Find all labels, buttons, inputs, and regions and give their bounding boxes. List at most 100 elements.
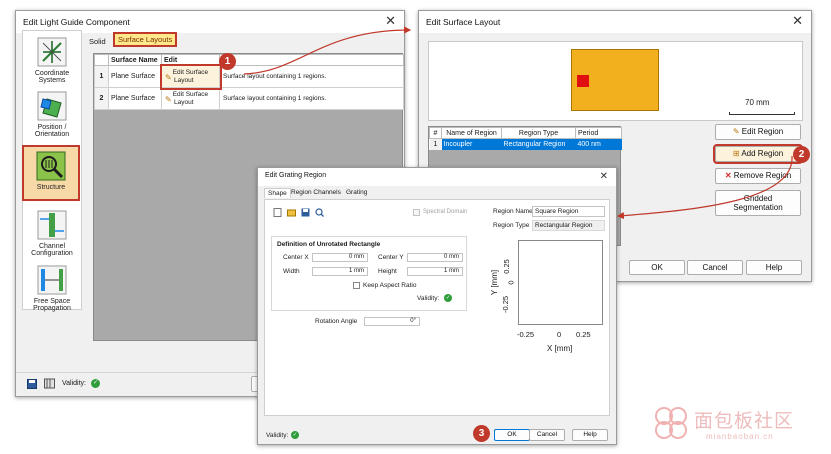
sidebar-label: Position /	[37, 124, 67, 131]
rotation-angle-input[interactable]: 0°	[364, 317, 420, 326]
y-tick-label: 0.25	[501, 259, 511, 274]
add-region-button[interactable]: ⊞ Add Region	[713, 144, 803, 164]
keep-aspect-checkbox[interactable]	[353, 282, 360, 289]
region-header-name: Name of Region	[441, 127, 502, 139]
surface-description-cell: Surface layout containing 1 regions.	[219, 87, 404, 110]
sidebar-item-channel-configuration[interactable]: Channel Configuration	[25, 206, 79, 258]
x-axis-label: X [mm]	[547, 344, 573, 353]
scale-label: 70 mm	[745, 98, 770, 107]
grating-help-button[interactable]: Help	[572, 429, 608, 441]
region-header-period: Period	[575, 127, 622, 139]
height-label: Height	[378, 268, 397, 275]
row-number: 2	[94, 87, 109, 110]
surface-layout-titlebar: Edit Surface Layout ✕	[419, 11, 811, 33]
tab-surface-layouts[interactable]: Surface Layouts	[112, 32, 178, 47]
sidebar-label: Coordinate	[34, 70, 70, 77]
keep-aspect-label: Keep Aspect Ratio	[363, 282, 417, 289]
grating-cancel-button[interactable]: Cancel	[529, 429, 565, 441]
center-y-input[interactable]: 0 mm	[407, 253, 463, 262]
light-guide-title: Edit Light Guide Component	[23, 17, 130, 27]
edit-surface-layout-button[interactable]: ✎ Edit Surface Layout	[161, 87, 220, 110]
region-type-value: Rectangular Region	[532, 220, 605, 231]
grating-validity-label: Validity:	[266, 432, 289, 439]
gridded-segmentation-button[interactable]: Gridded Segmentation	[715, 190, 801, 216]
surface-layout-cancel-button[interactable]: Cancel	[687, 260, 743, 275]
surface-layout-ok-button[interactable]: OK	[629, 260, 685, 275]
table-row[interactable]: 2 Plane Surface ✎ Edit Surface Layout Su…	[94, 87, 404, 110]
region-name-input[interactable]: Square Region	[532, 206, 605, 217]
free-space-propagation-icon	[37, 265, 67, 295]
callout-1: 1	[219, 53, 236, 70]
callout-2: 2	[793, 146, 810, 163]
table-row[interactable]: 1 Incoupler Rectangular Region 400 nm	[429, 138, 622, 150]
structure-icon	[36, 151, 66, 181]
sidebar-label: Configuration	[31, 250, 73, 257]
y-tick-label: -0.25	[501, 295, 511, 314]
tab-shape[interactable]: Shape	[264, 188, 291, 198]
sidebar-item-free-space-propagation[interactable]: Free Space Propagation	[25, 261, 79, 313]
sidebar-label: Propagation	[33, 305, 71, 312]
catalog-icon[interactable]	[44, 378, 55, 389]
gridded-label: Gridded	[743, 194, 773, 203]
region-table: # Name of Region Region Type Period 1 In…	[429, 127, 622, 150]
height-input[interactable]: 1 mm	[407, 267, 463, 276]
position-orientation-icon	[37, 91, 67, 121]
open-folder-icon[interactable]	[287, 208, 296, 217]
watermark-text: 面包板社区	[694, 411, 795, 432]
table-header-edit: Edit	[161, 54, 220, 66]
region-type-cell: Rectangular Region	[503, 140, 566, 148]
sidebar-label: Structure	[36, 184, 66, 191]
layout-preview: 70 mm	[428, 41, 803, 121]
surface-layout-help-button[interactable]: Help	[746, 260, 802, 275]
tab-region-channels[interactable]: Region Channels	[291, 189, 341, 196]
region-header-num: #	[429, 127, 442, 139]
close-icon[interactable]: ✕	[600, 170, 608, 184]
grating-region-title: Edit Grating Region	[265, 172, 327, 179]
grating-ok-button[interactable]: OK	[494, 429, 530, 441]
validity-ok-icon: ✓	[91, 379, 100, 388]
width-label: Width	[283, 268, 300, 275]
sidebar-item-coordinate-systems[interactable]: Coordinate Systems	[25, 33, 79, 84]
save-icon[interactable]	[301, 208, 310, 217]
region-square	[577, 75, 589, 87]
validity-label: Validity:	[62, 380, 86, 387]
table-header-surface-name: Surface Name	[108, 54, 162, 66]
save-icon[interactable]	[27, 379, 37, 389]
tab-solid[interactable]: Solid	[89, 37, 106, 46]
close-icon[interactable]: ✕	[792, 14, 803, 28]
watermark-icon	[655, 407, 687, 439]
watermark-url: mianbaoban.cn	[706, 432, 774, 441]
new-document-icon[interactable]	[273, 208, 282, 217]
remove-icon: ✕	[724, 171, 732, 180]
y-tick-label: 0	[506, 280, 516, 285]
gridded-label: Segmentation	[733, 203, 783, 212]
surface-layout-title: Edit Surface Layout	[426, 17, 501, 27]
edit-region-button[interactable]: ✎ Edit Region	[715, 124, 801, 140]
callout-3: 3	[473, 425, 490, 442]
region-num-cell: 1	[429, 138, 442, 150]
sidebar-item-position-orientation[interactable]: Position / Orientation	[25, 87, 79, 139]
sidebar-label: Systems	[38, 77, 66, 84]
width-input[interactable]: 1 mm	[312, 267, 368, 276]
tab-grating[interactable]: Grating	[346, 189, 367, 196]
x-tick-label: -0.25	[517, 330, 535, 339]
spectral-domain-checkbox[interactable]	[413, 209, 420, 216]
region-preview-plot: Y [mm] 0.25 0 -0.25 -0.25 0 0.25 X [mm]	[487, 240, 605, 374]
region-name-cell: Incoupler	[443, 140, 473, 148]
scale-bar	[729, 112, 795, 115]
definition-title: Definition of Unrotated Rectangle	[277, 241, 381, 248]
validity-ok-icon: ✓	[291, 431, 299, 439]
pencil-icon: ✎	[165, 73, 172, 82]
edit-surface-layout-button[interactable]: ✎ Edit Surface Layout	[159, 63, 222, 90]
zoom-icon[interactable]	[315, 208, 324, 217]
center-y-label: Center Y	[378, 254, 404, 261]
x-tick-label: 0.25	[576, 330, 591, 339]
center-x-label: Center X	[283, 254, 309, 261]
remove-region-button[interactable]: ✕ Remove Region	[715, 168, 801, 184]
channel-configuration-icon	[37, 210, 67, 240]
center-x-input[interactable]: 0 mm	[312, 253, 368, 262]
table-row[interactable]: 1 Plane Surface ✎ Edit Surface Layout Su…	[94, 63, 404, 90]
close-icon[interactable]: ✕	[385, 14, 396, 28]
sidebar-item-structure[interactable]: Structure	[22, 145, 80, 201]
grating-region-titlebar: Edit Grating Region ✕	[258, 168, 616, 186]
